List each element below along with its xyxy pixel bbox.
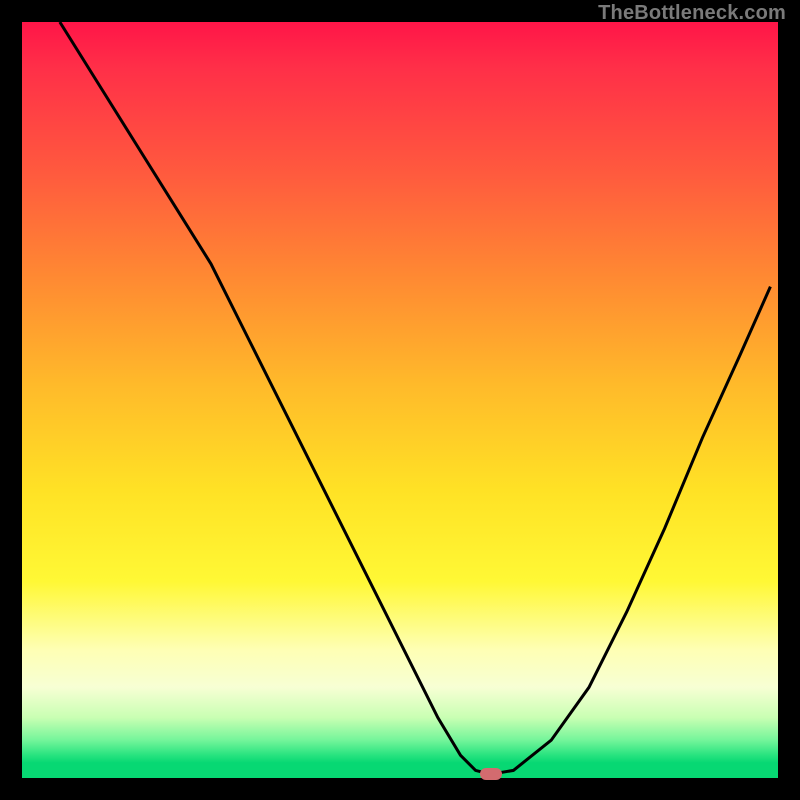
bottleneck-curve: [22, 22, 778, 778]
plot-inner: [22, 22, 778, 778]
chart-frame: TheBottleneck.com: [0, 0, 800, 800]
curve-path: [60, 22, 771, 774]
plot-area: [22, 22, 778, 778]
optimal-marker: [480, 768, 502, 780]
watermark-text: TheBottleneck.com: [598, 2, 786, 25]
